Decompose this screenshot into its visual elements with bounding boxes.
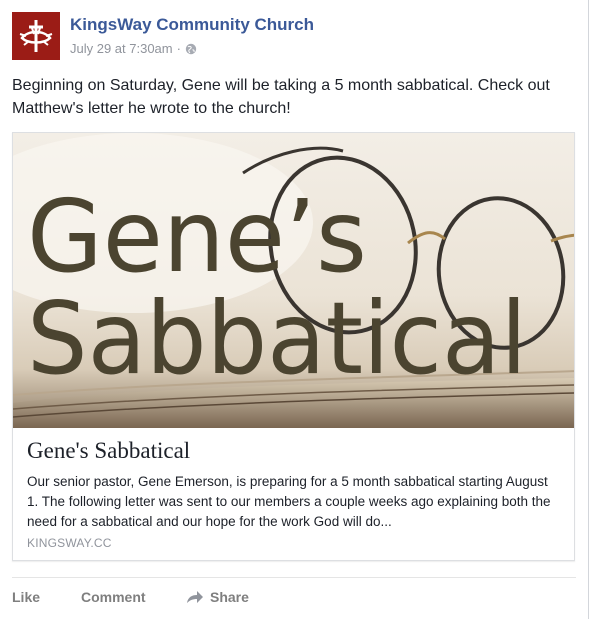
church-logo-icon [12, 12, 60, 60]
like-button[interactable]: Like [12, 589, 40, 605]
page-name-link[interactable]: KingsWay Community Church [70, 15, 314, 35]
comment-button[interactable]: Comment [81, 589, 146, 605]
actions-divider [12, 577, 576, 578]
post-message: Beginning on Saturday, Gene will be taki… [12, 77, 550, 117]
share-arrow-icon [187, 591, 203, 603]
link-preview-card[interactable]: Gene’s Sabbatical Gene's Sabbatical Our … [12, 132, 575, 561]
share-label: Share [210, 589, 249, 605]
post-meta: July 29 at 7:30am · [70, 41, 197, 56]
link-card-title[interactable]: Gene's Sabbatical [27, 438, 190, 464]
page-avatar[interactable] [12, 12, 60, 60]
link-card-description: Our senior pastor, Gene Emerson, is prep… [27, 474, 551, 529]
link-preview-image[interactable]: Gene’s Sabbatical [13, 133, 574, 428]
image-text-line1: Gene’s [27, 178, 367, 295]
image-text-line2: Sabbatical [27, 280, 527, 397]
meta-separator: · [176, 41, 181, 56]
facebook-post: KingsWay Community Church July 29 at 7:3… [0, 0, 589, 619]
globe-icon[interactable] [185, 43, 197, 55]
share-button[interactable]: Share [186, 589, 249, 605]
post-timestamp[interactable]: July 29 at 7:30am [70, 41, 173, 56]
link-card-domain: KINGSWAY.CC [27, 536, 112, 550]
comment-label: Comment [81, 589, 146, 605]
like-label: Like [12, 589, 41, 605]
